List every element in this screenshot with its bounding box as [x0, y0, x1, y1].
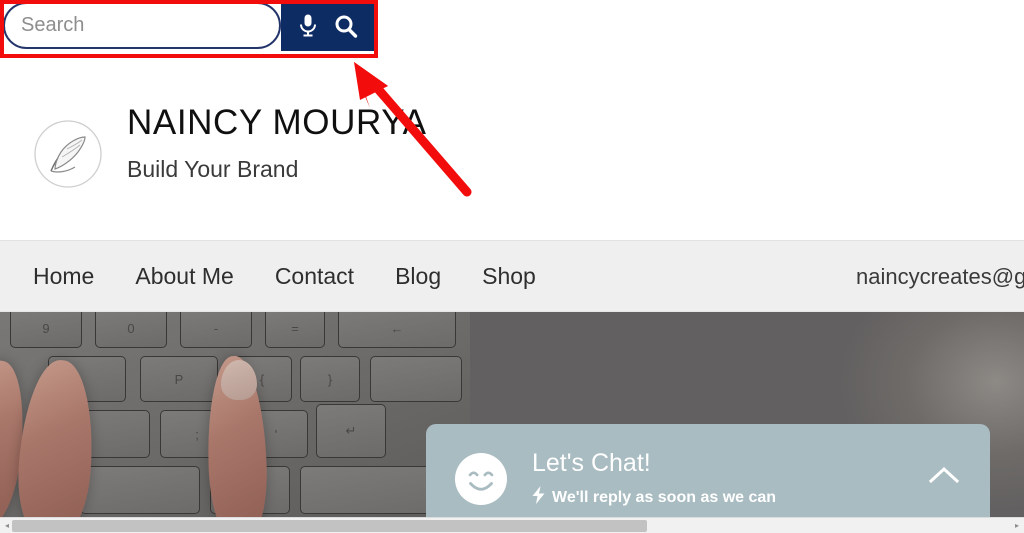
scrollbar-thumb[interactable]	[12, 520, 647, 532]
horizontal-scrollbar[interactable]: ◂ ▸	[0, 517, 1024, 533]
nav-item-shop[interactable]: Shop	[482, 257, 536, 296]
nav-item-contact[interactable]: Contact	[275, 257, 354, 296]
page-title: NAINCY MOURYA	[127, 103, 427, 142]
quill-pen-circle-logo[interactable]	[33, 119, 103, 189]
chat-subtitle-row: We'll reply as soon as we can	[532, 486, 776, 509]
nav-item-about-me[interactable]: About Me	[135, 257, 233, 296]
keyboard-key: ↵	[316, 404, 386, 458]
brand-header: NAINCY MOURYA Build Your Brand	[0, 57, 1024, 240]
chat-title: Let's Chat!	[532, 449, 651, 477]
main-navigation: Home About Me Contact Blog Shop naincycr…	[0, 240, 1024, 312]
hero-image-keyboard: 9 0 - = ← P { } ; ' ↵ \	[0, 312, 470, 517]
lightning-bolt-icon	[532, 486, 545, 509]
magnifier-icon[interactable]	[333, 13, 359, 39]
nav-item-blog[interactable]: Blog	[395, 257, 441, 296]
keyboard-key: ←	[338, 312, 456, 348]
contact-email[interactable]: naincycreates@g	[856, 241, 1024, 313]
keyboard-key: }	[300, 356, 360, 402]
scroll-right-arrow-icon[interactable]: ▸	[1011, 518, 1023, 533]
keyboard-key: 0	[95, 312, 167, 348]
keyboard-key: -	[180, 312, 252, 348]
keyboard-surface: 9 0 - = ← P { } ; ' ↵ \	[0, 312, 470, 517]
brand-tagline: Build Your Brand	[127, 155, 299, 182]
search-bar	[0, 0, 378, 57]
smiley-face-icon	[454, 452, 508, 506]
chevron-up-icon[interactable]	[926, 462, 962, 492]
search-input[interactable]	[3, 2, 281, 49]
keyboard-key	[80, 466, 200, 514]
keyboard-key: P	[140, 356, 218, 402]
nav-item-home[interactable]: Home	[33, 257, 94, 296]
keyboard-key	[370, 356, 462, 402]
brand-text: NAINCY MOURYA Build Your Brand	[127, 103, 427, 183]
chat-texts: Let's Chat! We'll reply as soon as we ca…	[532, 448, 776, 509]
keyboard-key: =	[265, 312, 325, 348]
nav-items: Home About Me Contact Blog Shop	[33, 257, 577, 296]
microphone-icon[interactable]	[297, 13, 319, 39]
page-root: NAINCY MOURYA Build Your Brand Home Abou…	[0, 0, 1024, 533]
keyboard-key: 9	[10, 312, 82, 348]
search-actions	[281, 0, 375, 51]
chat-subtitle: We'll reply as soon as we can	[552, 488, 777, 506]
